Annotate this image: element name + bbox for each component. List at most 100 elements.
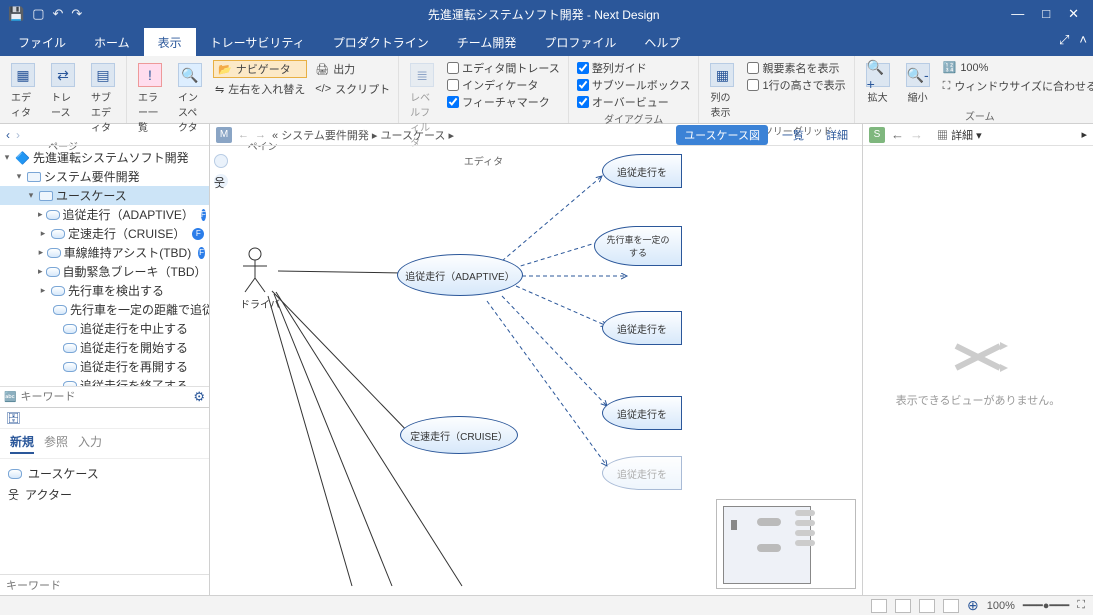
lower-tab-input[interactable]: 入力: [78, 433, 102, 454]
swap-panes-button[interactable]: ⇋ 左右を入れ替え: [213, 80, 307, 98]
layout-3-button[interactable]: [919, 599, 935, 613]
usecase-adaptive[interactable]: 追従走行（ADAPTIVE）: [397, 254, 523, 296]
tab-productline[interactable]: プロダクトライン: [319, 28, 443, 56]
tree-filter-settings-icon[interactable]: ⚙: [193, 389, 205, 405]
palette-actor-button[interactable]: 웃: [214, 174, 228, 188]
tab-help[interactable]: ヘルプ: [630, 28, 694, 56]
tree-usecase-folder[interactable]: ユースケース: [56, 187, 127, 204]
status-fullscreen-icon[interactable]: ⛶: [1077, 599, 1085, 612]
zoom-level[interactable]: 🔢 100%: [941, 60, 1093, 75]
lower-tab-new[interactable]: 新規: [10, 433, 34, 454]
undo-icon[interactable]: ↶: [52, 6, 63, 22]
inspector-empty-text: 表示できるビューがありません。: [896, 392, 1060, 408]
tree-item[interactable]: ▸ 先行車を検出する: [0, 281, 209, 300]
view-list-button[interactable]: 一覧: [774, 125, 812, 145]
tree-item[interactable]: 追従走行を中止する: [0, 319, 209, 338]
close-button[interactable]: ✕: [1068, 6, 1079, 22]
diagram-palette: 웃: [212, 150, 230, 188]
trace-page-button[interactable]: ⇄トレース: [46, 60, 80, 122]
editor-badge-m: M: [216, 127, 232, 143]
collapse-ribbon-icon[interactable]: ˄: [1079, 32, 1087, 48]
no-view-icon: [948, 334, 1008, 380]
tree-item[interactable]: 追従走行を再開する: [0, 357, 209, 376]
lower-keyword-input[interactable]: [6, 580, 203, 592]
navigator-button[interactable]: 📂 ナビゲータ: [213, 60, 307, 78]
tab-profile[interactable]: プロファイル: [530, 28, 630, 56]
model-tree[interactable]: ▾🔷 先進運転システムソフト開発 ▾ システム要件開発 ▾ ユースケース ▸ 追…: [0, 146, 209, 386]
lower-tab-ref[interactable]: 参照: [44, 433, 68, 454]
one-line-check[interactable]: 1行の高さで表示: [745, 77, 847, 93]
tree-keyword-input[interactable]: [20, 391, 189, 403]
usecase-partial-5[interactable]: 追従走行を: [602, 456, 682, 490]
tree-item[interactable]: 先行車を一定の距離で追従する: [0, 300, 209, 319]
overview-map[interactable]: [716, 499, 856, 589]
usecase-partial-2[interactable]: 先行車を一定の する: [594, 226, 682, 266]
tree-item[interactable]: ▸ 定速走行（CRUISE）F: [0, 224, 209, 243]
feature-mark-check[interactable]: フィーチャマーク: [445, 94, 562, 110]
diagram-canvas[interactable]: ドライバ 追従走行（ADAPTIVE） 定速走行（CRUISE） 追従走行を 先…: [232, 146, 862, 595]
layout-4-button[interactable]: [943, 599, 959, 613]
usecase-partial-4[interactable]: 追従走行を: [602, 396, 682, 430]
overview-check[interactable]: オーバービュー: [575, 94, 693, 110]
nav-forward-icon[interactable]: ›: [16, 128, 20, 142]
tab-traceability[interactable]: トレーサビリティ: [196, 28, 319, 56]
nav-back-icon[interactable]: ‹: [6, 128, 10, 142]
palette-usecase-button[interactable]: [214, 154, 228, 168]
tab-file[interactable]: ファイル: [4, 28, 80, 56]
show-parent-check[interactable]: 親要素名を表示: [745, 60, 847, 76]
zoom-out-button[interactable]: 🔍-縮小: [901, 60, 935, 107]
actor-driver[interactable]: ドライバ: [240, 246, 280, 311]
inspector-badge-s: S: [869, 127, 885, 143]
inspector-more-icon[interactable]: ▸: [1081, 128, 1087, 141]
subtoolbox-check[interactable]: サブツールボックス: [575, 77, 693, 93]
layout-1-button[interactable]: [871, 599, 887, 613]
diagram-editor: M ← → « システム要件開発 ▸ ユースケース ▸ ユースケース図 一覧 詳…: [210, 124, 863, 595]
minimize-button[interactable]: —: [1011, 6, 1024, 22]
tab-team[interactable]: チーム開発: [443, 28, 531, 56]
editor-page-button[interactable]: ▦エディタ: [6, 60, 40, 122]
columns-button[interactable]: ▦列の表示: [705, 60, 739, 122]
tree-item[interactable]: ▸ 追従走行（ADAPTIVE）F: [0, 205, 209, 224]
redo-icon[interactable]: ↷: [71, 6, 82, 22]
new-icon[interactable]: ▢: [32, 6, 44, 22]
ribbon: ▦エディタ ⇄トレース ▤サブエディタ ページ !エラー一覧 🔍インスペクタ 📂…: [0, 56, 1093, 124]
editor-trace-check[interactable]: エディタ間トレース: [445, 60, 562, 76]
zoom-in-button[interactable]: 🔍+拡大: [861, 60, 895, 107]
view-detail-button[interactable]: 詳細: [818, 125, 856, 145]
layout-2-button[interactable]: [895, 599, 911, 613]
sidebar: ‹ › ▾🔷 先進運転システムソフト開発 ▾ システム要件開発 ▾ ユースケース…: [0, 124, 210, 595]
tree-root[interactable]: 先進運転システムソフト開発: [33, 149, 189, 166]
titlebar: 💾 ▢ ↶ ↷ 先進運転システムソフト開発 - Next Design — □ …: [0, 0, 1093, 28]
fit-window-button[interactable]: ⛶ ウィンドウサイズに合わせる: [941, 77, 1093, 95]
save-icon[interactable]: 💾: [8, 6, 24, 22]
actor-icon: 웃: [8, 486, 19, 503]
output-button[interactable]: 🖨 出力: [313, 60, 392, 78]
tree-item[interactable]: 追従走行を終了する: [0, 376, 209, 386]
keyword-icon: 🔤: [4, 392, 16, 403]
tab-view[interactable]: 表示: [144, 28, 196, 56]
usecase-partial-3[interactable]: 追従走行を: [602, 311, 682, 345]
indicator-check[interactable]: インディケータ: [445, 77, 562, 93]
script-button[interactable]: </> スクリプト: [313, 80, 392, 98]
tree-item[interactable]: ▸ 自動緊急ブレーキ（TBD）F: [0, 262, 209, 281]
align-guide-check[interactable]: 整列ガイド: [575, 60, 693, 76]
expand-ribbon-icon[interactable]: ⤢: [1059, 32, 1069, 48]
tree-item[interactable]: 追従走行を開始する: [0, 338, 209, 357]
view-diagram-button[interactable]: ユースケース図: [676, 125, 768, 145]
usecase-partial-1[interactable]: 追従走行を: [602, 154, 682, 188]
zoom-value: 100%: [987, 600, 1015, 612]
inspector-back-icon[interactable]: ←: [891, 127, 904, 142]
list-item[interactable]: 웃アクター: [8, 484, 201, 505]
window-title: 先進運転システムソフト開発 - Next Design: [90, 6, 997, 23]
editor-nav-back-icon[interactable]: ←: [238, 129, 249, 141]
usecase-cruise[interactable]: 定速走行（CRUISE）: [400, 416, 518, 454]
tab-home[interactable]: ホーム: [80, 28, 144, 56]
fit-icon[interactable]: ⊕: [967, 597, 979, 614]
ribbon-group-zoom: ズーム: [861, 107, 1093, 123]
list-item[interactable]: ユースケース: [8, 463, 201, 484]
editor-nav-fwd-icon[interactable]: →: [255, 129, 266, 141]
maximize-button[interactable]: □: [1042, 6, 1050, 22]
tree-req[interactable]: システム要件開発: [44, 168, 140, 185]
inspector-fwd-icon[interactable]: →: [910, 127, 923, 142]
tree-item[interactable]: ▸ 車線維持アシスト(TBD)F: [0, 243, 209, 262]
